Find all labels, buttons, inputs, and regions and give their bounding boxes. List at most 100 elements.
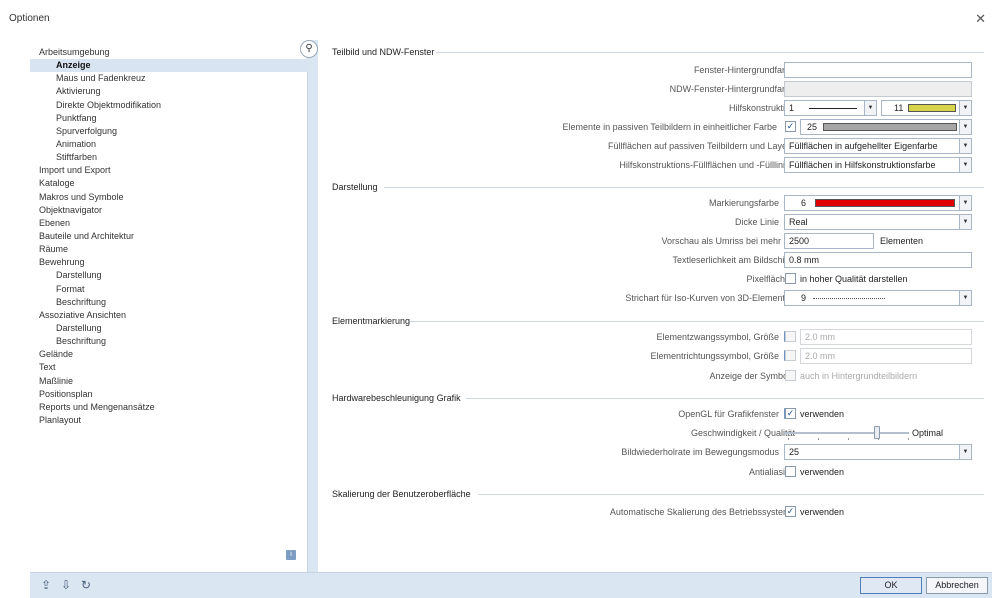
sidebar-item[interactable]: Planlayout [30, 414, 308, 427]
sidebar-item-label: Makros und Symbole [39, 191, 124, 202]
elementrichtungssymbol-checkbox[interactable] [785, 350, 796, 361]
antialiasing-checkbox[interactable] [785, 466, 796, 477]
line-sample [809, 108, 857, 109]
sidebar-item[interactable]: Text [30, 361, 308, 374]
elementrichtungssymbol-input[interactable]: 2.0 mm [800, 348, 972, 364]
sidebar-item[interactable]: Bauteile und Architektur [30, 230, 308, 243]
sidebar-item[interactable]: Direkte Objektmodifikation [30, 99, 308, 112]
info-icon[interactable]: i [286, 550, 296, 560]
fuellflaechen-dropdown[interactable]: Füllflächen in aufgehellter Eigenfarbe ▼ [784, 138, 972, 154]
sidebar-item[interactable]: Räume [30, 243, 308, 256]
sidebar-item-label: Arbeitsumgebung [39, 47, 110, 57]
sidebar-item[interactable]: Bewehrung [30, 256, 308, 269]
hilfskonstruktion-linetype-dropdown[interactable]: 1 ▼ [784, 100, 877, 116]
chevron-down-icon[interactable]: ▼ [959, 445, 971, 459]
sidebar-item-label: Format [56, 283, 85, 294]
chevron-down-icon[interactable]: ▼ [959, 215, 971, 229]
chevron-down-icon[interactable]: ▼ [864, 101, 876, 115]
sidebar-item[interactable]: Beschriftung [30, 335, 308, 348]
close-icon[interactable]: ✕ [975, 11, 986, 27]
search-icon[interactable]: ⚲ [300, 40, 318, 58]
sidebar-item-label: Kataloge [39, 178, 75, 189]
row-elementzwangssymbol: Elementzwangssymbol, Größe i 2.0 mm [318, 329, 992, 345]
row-elementrichtungssymbol: Elementrichtungssymbol, Größe i 2.0 mm [318, 348, 992, 364]
row-opengl: OpenGL für Grafikfenster i ✓ verwenden [318, 406, 992, 422]
chevron-down-icon[interactable]: ▼ [959, 158, 971, 172]
dicke-linie-dropdown[interactable]: Real ▼ [784, 214, 972, 230]
ndw-hintergrundfarbe-field[interactable] [784, 81, 972, 97]
sidebar-item[interactable]: Maus und Fadenkreuz [30, 72, 308, 85]
sidebar-item[interactable]: Gelände [30, 348, 308, 361]
chevron-down-icon[interactable]: ▼ [959, 196, 971, 210]
import-icon[interactable]: ⇩ [59, 578, 73, 592]
vorschau-elemente-input[interactable]: 2500 [784, 233, 874, 249]
sidebar-item[interactable]: Darstellung [30, 269, 308, 282]
chevron-down-icon[interactable]: ▼ [959, 101, 971, 115]
reset-icon[interactable]: ↻ [79, 578, 93, 592]
vorschau-unit: Elementen [880, 236, 924, 246]
elementzwangssymbol-input[interactable]: 2.0 mm [800, 329, 972, 345]
speed-quality-slider-thumb[interactable] [874, 426, 880, 439]
sidebar-item[interactable]: Reports und Mengenansätze [30, 401, 308, 414]
sidebar-item[interactable]: Ebenen [30, 217, 308, 230]
strichart-dropdown[interactable]: 9 ▼ [784, 290, 972, 306]
sidebar-item[interactable]: Spurverfolgung [30, 125, 308, 138]
section-divider [436, 52, 984, 53]
export-icon[interactable]: ⇪ [39, 578, 53, 592]
chevron-down-icon[interactable]: ▼ [959, 120, 971, 134]
hk-fuellflaechen-dropdown[interactable]: Füllflächen in Hilfskonstruktionsfarbe ▼ [784, 157, 972, 173]
section-skalierung: Skalierung der Benutzeroberfläche [332, 489, 471, 499]
sidebar-item[interactable]: Kataloge [30, 177, 308, 190]
textleserlichkeit-input[interactable]: 0.8 mm [784, 252, 972, 268]
automatische-skalierung-checkbox[interactable]: ✓ [785, 506, 796, 517]
sidebar-item[interactable]: Objektnavigator [30, 204, 308, 217]
sidebar-item-label: Anzeige [56, 60, 91, 71]
label-opengl: OpenGL für Grafikfenster [678, 409, 779, 419]
sidebar-item[interactable]: Makros und Symbole [30, 191, 308, 204]
row-fuellflaechen-passiv: Füllflächen auf passiven Teilbildern und… [318, 138, 992, 154]
row-fenster-hintergrundfarbe: Fenster-Hintergrundfarbe [318, 62, 992, 78]
chevron-down-icon[interactable]: ▼ [959, 139, 971, 153]
label-geschwindigkeit: Geschwindigkeit / Qualität [690, 428, 795, 438]
section-divider [466, 398, 984, 399]
sidebar-item[interactable]: Positionsplan [30, 388, 308, 401]
anzeige-symbole-checkbox[interactable] [785, 370, 796, 381]
cancel-button[interactable]: Abbrechen [926, 577, 988, 594]
sidebar-item[interactable]: Arbeitsumgebung [30, 46, 308, 59]
markierungsfarbe-dropdown[interactable]: 6 ▼ [784, 195, 972, 211]
sidebar-item[interactable]: Aktivierung [30, 85, 308, 98]
opengl-checkbox[interactable]: ✓ [785, 408, 796, 419]
ok-button[interactable]: OK [860, 577, 922, 594]
sidebar-item[interactable]: Beschriftung [30, 296, 308, 309]
sidebar-item[interactable]: Punktfang [30, 112, 308, 125]
row-pixelflaechen: Pixelflächen in hoher Qualität darstelle… [318, 271, 992, 287]
pixelflaechen-checkbox-label: in hoher Qualität darstellen [800, 274, 908, 284]
passive-teilbilder-checkbox[interactable]: ✓ [785, 121, 796, 132]
passive-color-dropdown[interactable]: 25 ▼ [800, 119, 972, 135]
fenster-hintergrundfarbe-field[interactable] [784, 62, 972, 78]
hilfskonstruktion-color-dropdown[interactable]: 11 ▼ [881, 100, 972, 116]
dropdown-value: 25 [789, 447, 800, 457]
row-vorschau-umriss: Vorschau als Umriss bei mehr als 2500 El… [318, 233, 992, 249]
sidebar-item-label: Assoziative Ansichten [39, 309, 127, 320]
sidebar-item[interactable]: Animation [30, 138, 308, 151]
bildwiederholrate-dropdown[interactable]: 25 ▼ [784, 444, 972, 460]
elementzwangssymbol-checkbox[interactable] [785, 331, 796, 342]
opengl-checkbox-label: verwenden [800, 409, 845, 419]
sidebar-item[interactable]: Anzeige [30, 59, 308, 73]
dropdown-value: Real [789, 217, 808, 227]
chevron-down-icon[interactable]: ▼ [959, 291, 971, 305]
sidebar-item[interactable]: Assoziative Ansichten [30, 309, 308, 322]
section-divider [410, 321, 984, 322]
section-darstellung: Darstellung [332, 182, 378, 192]
sidebar-item[interactable]: Import und Export [30, 164, 308, 177]
speed-quality-slider-track[interactable] [784, 432, 909, 434]
slider-tick [848, 438, 849, 440]
sidebar-item[interactable]: Format [30, 283, 308, 296]
sidebar-item[interactable]: Maßlinie [30, 375, 308, 388]
sidebar-item[interactable]: Stiftfarben [30, 151, 308, 164]
color-number: 11 [894, 103, 904, 113]
linetype-value: 1 [789, 103, 795, 113]
sidebar-item[interactable]: Darstellung [30, 322, 308, 335]
pixelflaechen-checkbox[interactable] [785, 273, 796, 284]
